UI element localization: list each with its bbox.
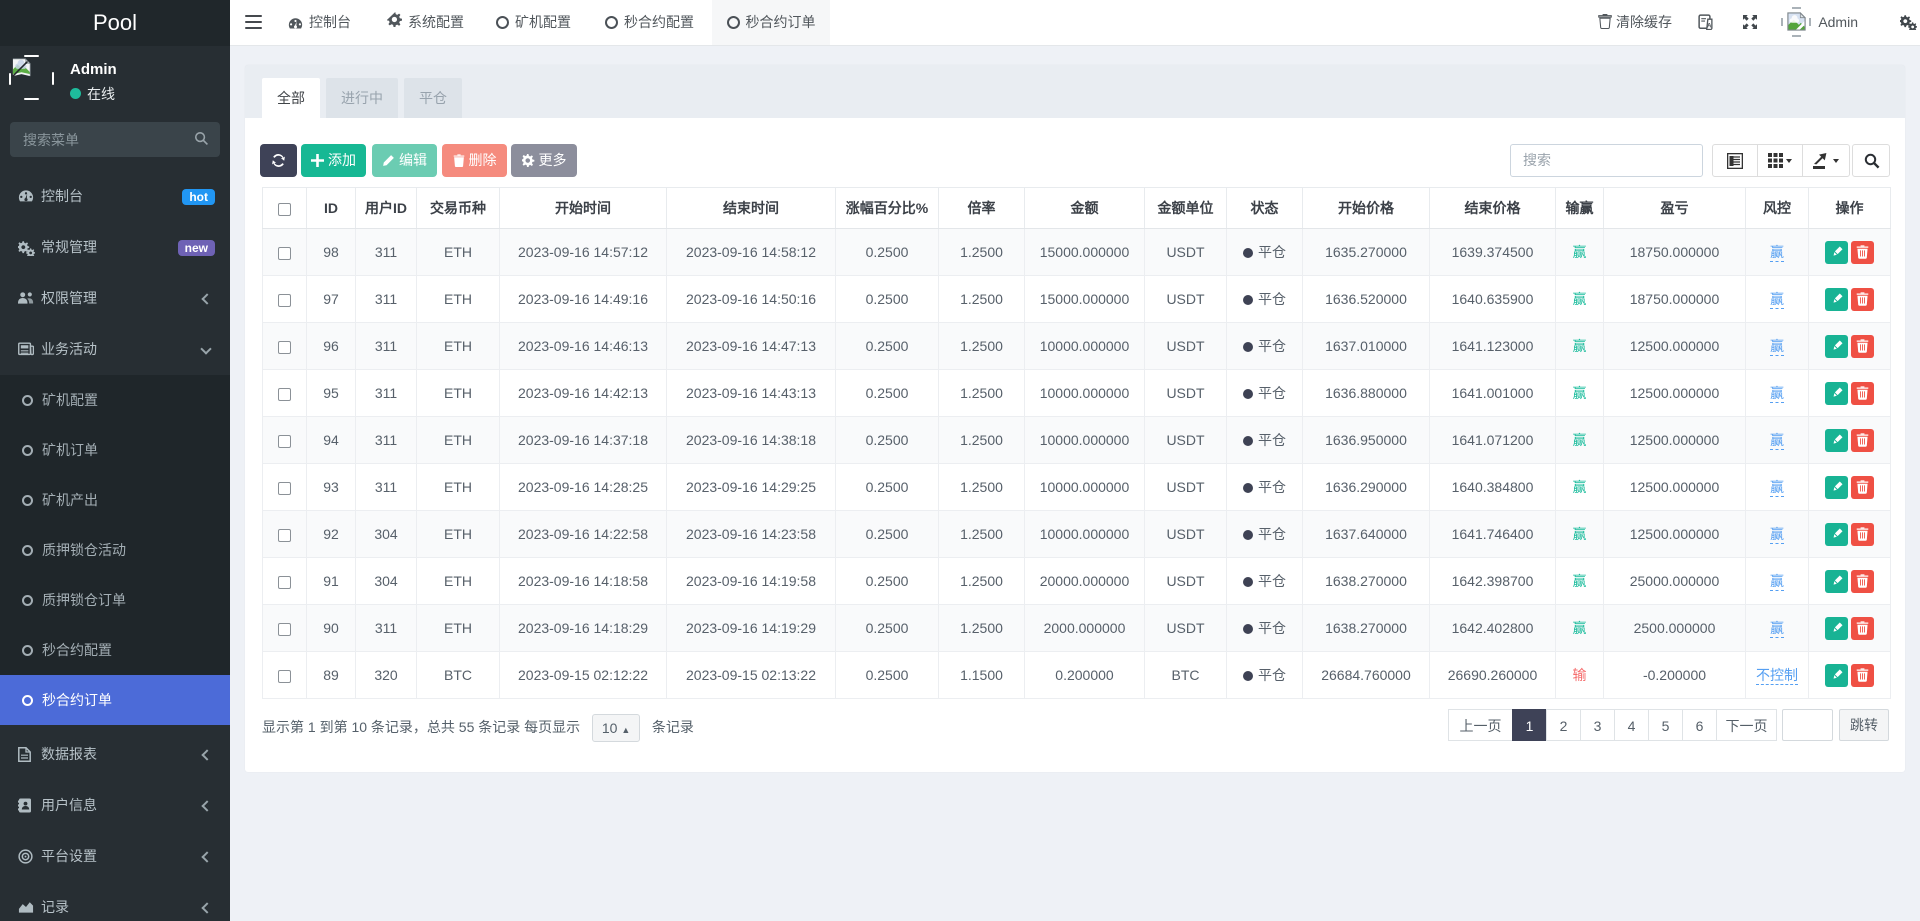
- svg-text:A: A: [1707, 22, 1712, 29]
